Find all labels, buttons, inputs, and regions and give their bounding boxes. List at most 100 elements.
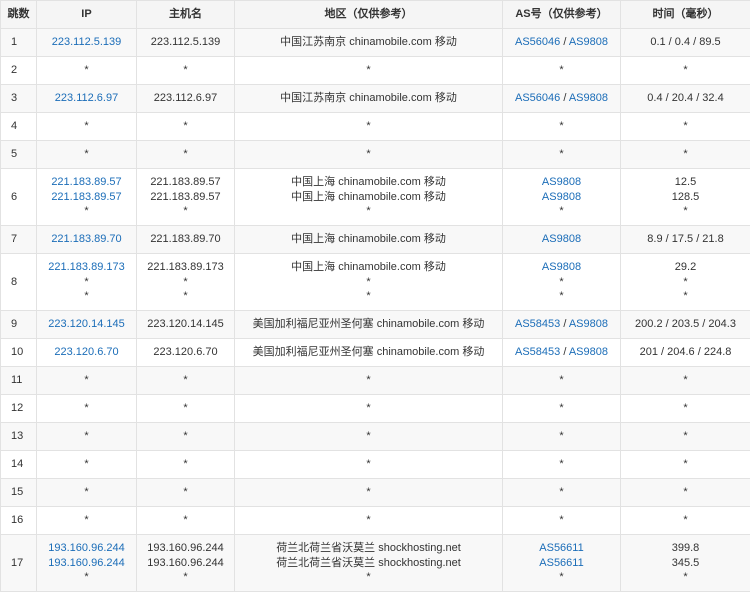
as-line: AS58453 / AS9808 [503,345,620,360]
ip-cell: * [36,56,137,85]
ip-link-text[interactable]: 223.112.5.139 [52,36,122,48]
ip-link-text[interactable]: 223.112.6.97 [55,92,118,104]
ip-link[interactable]: 221.183.89.57 [37,175,136,190]
hostname-text: 221.183.89.57 [150,190,221,203]
ip-cell: * [36,366,137,395]
as-separator: / [560,36,569,49]
as-link[interactable]: AS9808 [569,36,608,48]
hostname-text: 221.183.89.57 [150,176,221,189]
ip-link[interactable]: 193.160.96.244 [37,556,136,571]
time-text: * [683,120,688,133]
time-cell: * [620,140,750,169]
ip-cell: 221.183.89.173 * * [36,253,137,311]
as-line: AS9808 [503,175,620,190]
as-placeholder: * [559,275,564,288]
ip-link[interactable]: 221.183.89.57 [37,190,136,205]
ip-cell: * [36,112,137,141]
ip-cell: 223.120.6.70 [36,338,137,367]
as-line: * [503,275,620,290]
region-cell: * [234,366,503,395]
as-link[interactable]: AS56611 [539,557,583,569]
as-line: AS56611 [503,556,620,571]
hostname-cell: * [136,366,235,395]
time-cell: * [620,394,750,423]
region-text: * [366,205,371,218]
ip-link-text[interactable]: 193.160.96.244 [48,557,124,569]
ip-link[interactable]: 223.120.6.70 [37,345,136,360]
as-placeholder: * [559,148,564,161]
ip-link[interactable]: 223.120.14.145 [37,317,136,332]
ip-placeholder: * [37,289,136,304]
region-text: * [366,275,371,288]
as-link[interactable]: AS9808 [569,318,608,330]
hostname-text: * [183,205,188,218]
as-link[interactable]: AS58453 [515,346,560,358]
hop-cell: 8 [0,253,37,311]
hop-cell: 3 [0,84,37,113]
as-link[interactable]: AS9808 [542,261,581,273]
hop-cell: 17 [0,534,37,592]
ip-link[interactable]: 221.183.89.70 [37,232,136,247]
time-text: 345.5 [671,556,700,569]
table-row: 10 223.120.6.70 223.120.6.70 美国加利福尼亚州圣何塞 ch… [0,338,750,367]
as-link[interactable]: AS56046 [515,36,560,48]
ip-link-text[interactable]: 221.183.89.57 [51,191,121,203]
as-link[interactable]: AS9808 [542,176,581,188]
ip-link-text[interactable]: 221.183.89.57 [51,176,121,188]
ip-cell: * [36,422,137,451]
ip-link-text[interactable]: 223.120.14.145 [48,318,124,330]
hop-cell: 7 [0,225,37,254]
hostname-cell: * [136,450,235,479]
as-cell: * [502,450,621,479]
ip-cell: 221.183.89.70 [36,225,137,254]
time-cell: * [620,506,750,535]
as-line: AS56046 / AS9808 [503,35,620,50]
as-link[interactable]: AS9808 [569,92,608,104]
hostname-cell: 221.183.89.173 * * [136,253,235,311]
region-cell: * [234,112,503,141]
region-text: * [366,64,371,77]
time-text: 0.1 / 0.4 / 89.5 [650,36,721,49]
region-cell: * [234,478,503,507]
ip-link[interactable]: 221.183.89.173 [37,260,136,275]
hostname-text: * [183,514,188,527]
as-link[interactable]: AS9808 [569,346,608,358]
header-hostname: 主机名 [136,0,235,29]
as-placeholder: * [559,514,564,527]
table-row: 15 * * * * * [0,478,750,507]
as-link[interactable]: AS56611 [539,542,583,554]
hostname-text: * [183,571,188,584]
ip-cell: 223.120.14.145 [36,310,137,339]
ip-text: * [84,571,89,584]
hostname-text: * [183,486,188,499]
ip-text: * [84,514,89,527]
time-text: 8.9 / 17.5 / 21.8 [647,233,724,246]
as-placeholder: * [559,64,564,77]
region-cell: 中国江苏南京 chinamobile.com 移动 [234,84,503,113]
as-link[interactable]: AS9808 [542,191,581,203]
ip-link[interactable]: 223.112.6.97 [37,91,136,106]
as-link[interactable]: AS9808 [542,233,581,245]
as-link[interactable]: AS56046 [515,92,560,104]
time-cell: * [620,478,750,507]
ip-text: * [84,275,89,288]
region-text: 美国加利福尼亚州圣何塞 chinamobile.com 移动 [252,346,485,359]
hop-cell: 15 [0,478,37,507]
time-text: * [683,514,688,527]
as-link[interactable]: AS58453 [515,318,560,330]
ip-cell: 223.112.5.139 [36,28,137,57]
time-cell: 8.9 / 17.5 / 21.8 [620,225,750,254]
ip-link-text[interactable]: 223.120.6.70 [54,346,118,358]
as-line: * [503,147,620,162]
ip-link-text[interactable]: 221.183.89.70 [51,233,121,245]
as-line: AS56611 [503,541,620,556]
ip-link[interactable]: 223.112.5.139 [37,35,136,50]
as-line: * [503,513,620,528]
ip-text: * [84,458,89,471]
as-line: * [503,401,620,416]
region-cell: * [234,140,503,169]
ip-link-text[interactable]: 193.160.96.244 [48,542,124,554]
ip-link-text[interactable]: 221.183.89.173 [48,261,124,273]
ip-link[interactable]: 193.160.96.244 [37,541,136,556]
hostname-text: * [183,148,188,161]
